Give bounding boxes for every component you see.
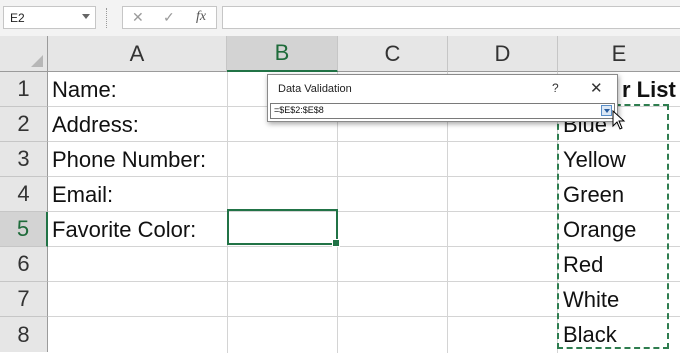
expand-icon bbox=[604, 109, 610, 113]
formula-input[interactable] bbox=[222, 6, 680, 29]
row-header-5[interactable]: 5 bbox=[0, 212, 48, 247]
mouse-pointer-icon bbox=[612, 110, 626, 130]
formula-bar-divider bbox=[106, 8, 108, 28]
row-header-4[interactable]: 4 bbox=[0, 177, 48, 212]
select-all-icon bbox=[31, 55, 43, 67]
cell-a5[interactable]: Favorite Color: bbox=[52, 217, 196, 243]
formula-buttons: ✕ ✓ fx bbox=[122, 6, 217, 29]
column-header-c[interactable]: C bbox=[338, 36, 448, 72]
close-button[interactable]: ✕ bbox=[590, 79, 603, 97]
column-header-b[interactable]: B bbox=[227, 36, 338, 72]
active-cell-b5[interactable] bbox=[227, 209, 340, 247]
row-header-3[interactable]: 3 bbox=[0, 142, 48, 177]
column-header-a[interactable]: A bbox=[48, 36, 227, 72]
dialog-title: Data Validation bbox=[278, 83, 352, 95]
check-icon[interactable]: ✓ bbox=[163, 9, 175, 26]
formula-bar: E2 ✕ ✓ fx bbox=[0, 0, 680, 36]
help-button[interactable]: ? bbox=[552, 81, 559, 95]
cell-a2[interactable]: Address: bbox=[52, 112, 139, 138]
cancel-icon[interactable]: ✕ bbox=[132, 9, 144, 26]
fill-handle[interactable] bbox=[332, 239, 340, 247]
row-header-7[interactable]: 7 bbox=[0, 282, 48, 317]
cell-a1[interactable]: Name: bbox=[52, 77, 117, 103]
row-header-2[interactable]: 2 bbox=[0, 107, 48, 142]
range-reference-input[interactable]: =$E$2:$E$8 bbox=[270, 103, 615, 119]
name-box-value: E2 bbox=[10, 11, 25, 25]
cell-a3[interactable]: Phone Number: bbox=[52, 147, 206, 173]
expand-dialog-button[interactable] bbox=[601, 105, 612, 116]
chevron-down-icon[interactable] bbox=[82, 14, 90, 19]
cell-a4[interactable]: Email: bbox=[52, 182, 113, 208]
row-header-6[interactable]: 6 bbox=[0, 247, 48, 282]
column-header-e[interactable]: E bbox=[558, 36, 680, 72]
name-box[interactable]: E2 bbox=[3, 6, 96, 29]
select-all-button[interactable] bbox=[0, 36, 48, 72]
function-icon[interactable]: fx bbox=[196, 9, 206, 25]
cell-e1[interactable]: r List bbox=[622, 77, 676, 103]
data-validation-dialog: Data Validation ? ✕ =$E$2:$E$8 bbox=[267, 74, 618, 122]
selection-marquee bbox=[557, 104, 669, 349]
column-header-d[interactable]: D bbox=[448, 36, 558, 72]
row-header-8[interactable]: 8 bbox=[0, 317, 48, 352]
row-header-1[interactable]: 1 bbox=[0, 72, 48, 107]
range-reference-value: =$E$2:$E$8 bbox=[274, 105, 324, 115]
